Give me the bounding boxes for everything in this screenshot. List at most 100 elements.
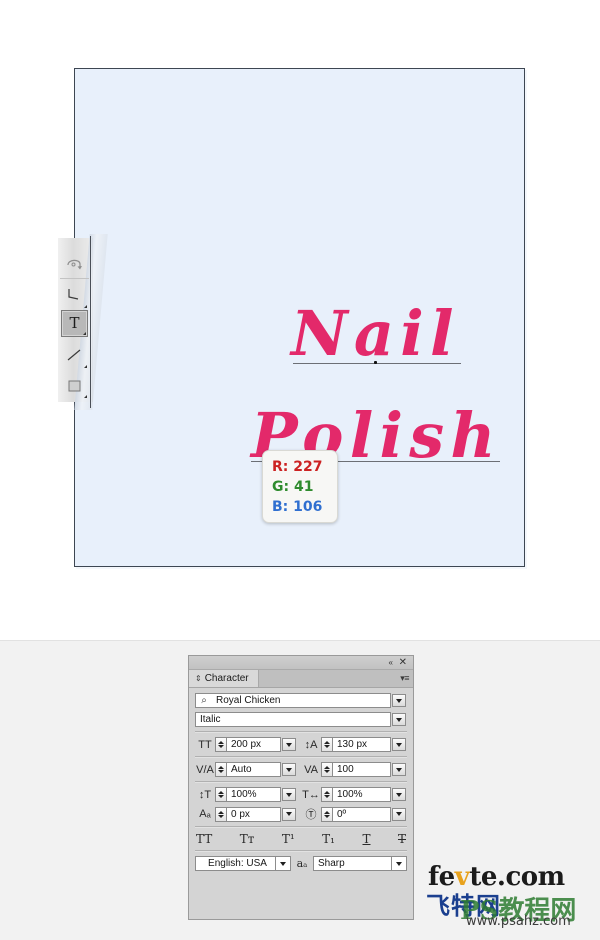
stepper-down-icon[interactable]: [324, 814, 330, 818]
stepper-up-icon[interactable]: [324, 791, 330, 794]
stepper-down-icon[interactable]: [218, 745, 224, 748]
tab-character[interactable]: ⇕ Character: [189, 670, 259, 687]
all-caps-button[interactable]: TT: [195, 832, 213, 846]
rotate-tool[interactable]: [61, 250, 88, 277]
font-size-dropdown-arrow[interactable]: [282, 738, 296, 751]
baseline-shift-stepper[interactable]: [215, 806, 226, 822]
font-style-dropdown-arrow[interactable]: [392, 713, 406, 726]
font-family-combo[interactable]: ⌕ Royal Chicken: [195, 693, 391, 708]
small-caps-button[interactable]: Tᴛ: [239, 832, 256, 846]
kerning-value: Auto: [231, 764, 252, 775]
font-size-input[interactable]: 200 px: [226, 737, 281, 752]
line-segment-tool[interactable]: [61, 342, 88, 369]
language-combo[interactable]: English: USA: [195, 856, 291, 871]
font-size-stepper[interactable]: [215, 737, 226, 752]
kerning-input[interactable]: Auto: [226, 762, 281, 777]
stepper-up-icon[interactable]: [218, 791, 224, 794]
font-size-value: 200 px: [231, 739, 262, 750]
vertical-scale-dropdown-arrow[interactable]: [282, 788, 296, 801]
character-rotation-stepper[interactable]: [321, 806, 332, 822]
font-style-value: Italic: [200, 714, 221, 725]
stepper-up-icon[interactable]: [324, 766, 330, 769]
font-size-icon: TT: [198, 738, 212, 751]
vertical-scale-stepper[interactable]: [215, 787, 226, 802]
horizontal-scale-dropdown-arrow[interactable]: [392, 788, 406, 801]
leading-value: 130 px: [337, 739, 368, 750]
leading-group: ↕A 130 px: [301, 737, 407, 752]
panel-dock-icon: ⇕: [195, 674, 202, 683]
font-style-combo[interactable]: Italic: [195, 712, 391, 727]
vertical-scale-input[interactable]: 100%: [226, 787, 281, 802]
rectangle-tool-flyout-arrow[interactable]: [84, 395, 87, 398]
tools-panel-divider: [90, 236, 91, 408]
vertical-scale-value: 100%: [231, 789, 257, 800]
character-rotation-input[interactable]: 0º: [332, 806, 391, 822]
chevron-down-icon: [396, 717, 402, 722]
stepper-up-icon[interactable]: [218, 741, 224, 744]
kerning-dropdown-arrow[interactable]: [282, 763, 296, 776]
stepper-up-icon[interactable]: [324, 810, 330, 814]
panel-tabbar: ⇕ Character ▾≡: [189, 670, 413, 688]
leading-input[interactable]: 130 px: [332, 737, 391, 752]
vertical-scale-icon: ↕T: [198, 788, 212, 801]
artwork-text-line-1[interactable]: Nail: [291, 297, 460, 370]
leading-stepper[interactable]: [321, 737, 332, 752]
stepper-up-icon[interactable]: [218, 766, 224, 769]
pen-tool[interactable]: [61, 282, 88, 309]
stepper-down-icon[interactable]: [218, 770, 224, 773]
type-tool-flyout-arrow[interactable]: [83, 332, 86, 335]
horizontal-scale-input[interactable]: 100%: [332, 787, 391, 802]
tracking-input[interactable]: 100: [332, 762, 391, 777]
kerning-group: V/A Auto: [195, 762, 301, 777]
collapse-to-icons-icon[interactable]: «: [389, 658, 394, 667]
language-dropdown-arrow[interactable]: [275, 857, 289, 870]
stepper-down-icon[interactable]: [218, 814, 224, 818]
kerning-stepper[interactable]: [215, 762, 226, 777]
stepper-up-icon[interactable]: [324, 741, 330, 744]
tools-panel[interactable]: T: [58, 234, 108, 410]
stepper-up-icon[interactable]: [218, 810, 224, 814]
type-tool[interactable]: T: [61, 310, 88, 337]
chevron-down-icon: [396, 792, 402, 797]
line-tool-flyout-arrow[interactable]: [84, 365, 87, 368]
character-rotation-dropdown-arrow[interactable]: [392, 807, 406, 821]
rgb-green-value: G: 41: [272, 479, 314, 495]
scale-row: ↕T 100% T↔ 100%: [195, 787, 407, 802]
font-style-row: Italic: [195, 712, 407, 727]
rectangle-tool[interactable]: [61, 372, 88, 399]
tracking-dropdown-arrow[interactable]: [392, 763, 406, 776]
subscript-button[interactable]: T₁: [321, 832, 336, 846]
character-rotation-value: 0º: [337, 808, 347, 820]
anti-aliasing-dropdown-arrow[interactable]: [391, 857, 405, 870]
text-anchor-point[interactable]: [374, 361, 377, 364]
character-panel[interactable]: « ✕ ⇕ Character ▾≡ ⌕ Royal Chicken Itali…: [188, 655, 414, 920]
stepper-down-icon[interactable]: [324, 770, 330, 773]
panel-titlebar: « ✕: [189, 656, 413, 670]
tracking-stepper[interactable]: [321, 762, 332, 777]
stepper-down-icon[interactable]: [218, 795, 224, 798]
character-rotation-group: Ⓣ 0º: [301, 806, 407, 822]
horizontal-scale-stepper[interactable]: [321, 787, 332, 802]
leading-dropdown-arrow[interactable]: [392, 738, 406, 751]
rgb-blue-value: B: 106: [272, 499, 323, 515]
kerning-icon: V/A: [196, 763, 214, 776]
chevron-down-icon: [396, 767, 402, 772]
superscript-button[interactable]: T¹: [281, 832, 296, 846]
baseline-rotation-row: Aₐ 0 px Ⓣ 0º: [195, 806, 407, 822]
stepper-down-icon[interactable]: [324, 745, 330, 748]
font-family-dropdown-arrow[interactable]: [392, 694, 406, 707]
panel-menu-icon[interactable]: ▾≡: [400, 673, 409, 683]
pen-tool-flyout-arrow[interactable]: [84, 305, 87, 308]
anti-aliasing-combo[interactable]: Sharp: [313, 856, 407, 871]
chevron-down-icon: [395, 861, 402, 866]
baseline-shift-dropdown-arrow[interactable]: [282, 807, 296, 821]
strikethrough-button[interactable]: T: [397, 832, 407, 846]
stepper-down-icon[interactable]: [324, 795, 330, 798]
underline-button[interactable]: T: [361, 832, 371, 846]
search-icon[interactable]: ⌕: [196, 695, 212, 706]
rgb-color-readout: R: 227 G: 41 B: 106: [262, 450, 338, 523]
horizontal-scale-group: T↔ 100%: [301, 787, 407, 802]
watermark-url: www.psahz.com: [466, 914, 571, 929]
close-icon[interactable]: ✕: [399, 657, 407, 668]
baseline-shift-input[interactable]: 0 px: [226, 806, 281, 822]
